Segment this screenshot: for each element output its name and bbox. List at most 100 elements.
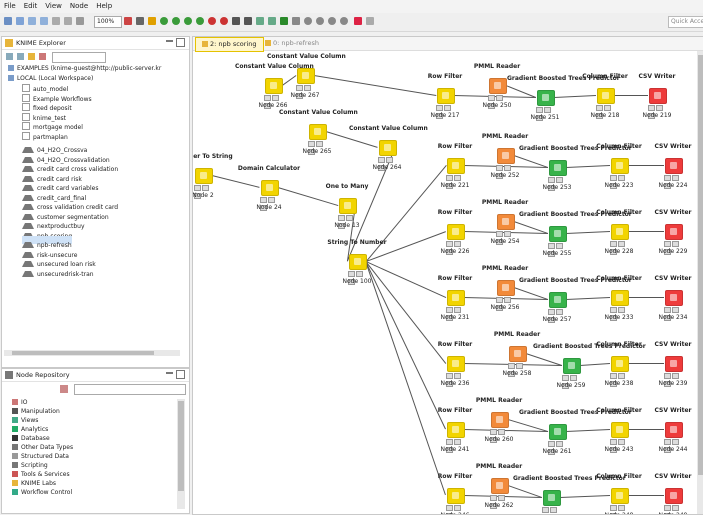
node-n244[interactable] (665, 422, 683, 438)
execute-all-icon[interactable] (172, 17, 180, 25)
maximize-icon[interactable] (176, 38, 185, 47)
step-icon[interactable] (328, 17, 336, 25)
tree-item[interactable]: EXAMPLES (knime-guest@http://public-serv… (8, 65, 161, 73)
open-view-icon[interactable] (256, 17, 264, 25)
node-n263[interactable] (543, 490, 561, 506)
connection-line[interactable] (566, 165, 611, 168)
tree-item[interactable]: npb-refresh (22, 236, 72, 249)
workflow-canvas[interactable]: Constant Value Column Node 266 Constant Va… (193, 51, 698, 514)
connect-server-icon[interactable] (39, 53, 46, 60)
tree-item[interactable]: credit card variables (22, 179, 98, 192)
node-n218[interactable] (597, 88, 615, 104)
loop-icon[interactable] (316, 17, 324, 25)
zoom-field[interactable]: 100% (94, 16, 122, 28)
connection-line[interactable] (628, 165, 664, 166)
meta-node-icon[interactable] (280, 17, 288, 25)
node-n238[interactable] (611, 356, 629, 372)
node-n256[interactable] (497, 280, 515, 296)
tree-item[interactable]: 04_H2O_Crossva (22, 141, 87, 154)
node-n264[interactable] (379, 140, 397, 156)
cancel-all-icon[interactable] (220, 17, 228, 25)
tree-item[interactable]: credit card risk (22, 170, 82, 183)
configure-icon[interactable] (244, 17, 252, 25)
connect-icon[interactable] (136, 17, 144, 25)
node-n265[interactable] (309, 124, 327, 140)
tree-item[interactable]: npb scoring (22, 227, 72, 240)
node-n255[interactable] (549, 226, 567, 242)
link-icon[interactable] (17, 53, 24, 60)
node-n226[interactable] (447, 224, 465, 240)
connection-line[interactable] (580, 363, 611, 366)
tools-icon[interactable] (354, 17, 362, 25)
node-n243[interactable] (611, 422, 629, 438)
connection-line[interactable] (566, 429, 611, 432)
connection-line[interactable] (554, 95, 597, 98)
node-n228[interactable] (611, 224, 629, 240)
node-n246[interactable] (447, 488, 465, 504)
tree-item[interactable]: auto_model (22, 84, 68, 93)
repository-item[interactable]: Scripting (12, 462, 48, 470)
reset-icon[interactable] (232, 17, 240, 25)
node-n260[interactable] (491, 412, 509, 428)
repository-item[interactable]: Database (12, 435, 50, 443)
explorer-hscrollbar[interactable] (4, 350, 180, 356)
repository-item[interactable]: Workflow Control (12, 489, 72, 497)
node-n250[interactable] (489, 78, 507, 94)
node-n233[interactable] (611, 290, 629, 306)
new-icon[interactable] (4, 17, 12, 25)
repository-item[interactable]: Tools & Services (12, 471, 70, 479)
node-n223[interactable] (611, 158, 629, 174)
repository-item[interactable]: Analytics (12, 426, 48, 434)
menu-node[interactable]: Node (66, 0, 92, 10)
node-n217[interactable] (437, 88, 455, 104)
tree-item[interactable]: credit_card_final (22, 189, 86, 202)
connection-line[interactable] (282, 75, 297, 86)
repository-item[interactable]: Views (12, 417, 38, 425)
menu-file[interactable]: File (0, 0, 20, 10)
node-n221[interactable] (447, 158, 465, 174)
node-n254[interactable] (497, 214, 515, 230)
tab-npb-refresh[interactable]: 0: npb-refresh (259, 37, 325, 50)
connection-line[interactable] (566, 297, 611, 300)
node-n239[interactable] (665, 356, 683, 372)
connection-line[interactable] (325, 131, 378, 148)
node-n253[interactable] (549, 160, 567, 176)
connection-line[interactable] (560, 495, 611, 498)
connection-line[interactable] (365, 261, 446, 496)
node-n229[interactable] (665, 224, 683, 240)
save-as-icon[interactable] (28, 17, 36, 25)
node-n248[interactable] (611, 488, 629, 504)
node-n2[interactable] (195, 168, 213, 184)
tree-item[interactable]: LOCAL (Local Workspace) (8, 74, 93, 83)
explorer-filter-field[interactable] (52, 52, 106, 63)
execute-icon[interactable] (160, 17, 168, 25)
node-n257[interactable] (549, 292, 567, 308)
node-n261[interactable] (549, 424, 567, 440)
refresh-icon[interactable] (28, 53, 35, 60)
connection-line[interactable] (628, 297, 664, 298)
node-n219[interactable] (649, 88, 667, 104)
node-n262[interactable] (491, 478, 509, 494)
execute-open-icon[interactable] (184, 17, 192, 25)
node-n266[interactable] (265, 78, 283, 94)
extra-icon[interactable] (366, 17, 374, 25)
repository-item[interactable]: Manipulation (12, 408, 60, 416)
node-n251[interactable] (537, 90, 555, 106)
menu-view[interactable]: View (41, 0, 66, 10)
tree-item[interactable]: nextproductbuy (22, 217, 85, 230)
repo-search-field[interactable] (74, 384, 186, 395)
tree-item[interactable]: customer segmentation (22, 208, 109, 221)
align-icon[interactable] (124, 17, 132, 25)
menu-edit[interactable]: Edit (20, 0, 42, 10)
node-n252[interactable] (497, 148, 515, 164)
minimize-icon[interactable] (166, 40, 173, 42)
tree-item[interactable]: unsecuredrisk-tran (22, 265, 94, 278)
connection-line[interactable] (614, 95, 648, 96)
menu-help[interactable]: Help (92, 0, 116, 10)
repository-item[interactable]: Structured Data (12, 453, 69, 461)
save-icon[interactable] (16, 17, 24, 25)
undo-icon[interactable] (52, 17, 60, 25)
tree-item[interactable]: 04_H2O_Crossvalidation (22, 151, 110, 164)
tree-item[interactable]: cross validation credit card (22, 198, 118, 211)
tree-item[interactable]: fixed deposit (22, 103, 72, 112)
